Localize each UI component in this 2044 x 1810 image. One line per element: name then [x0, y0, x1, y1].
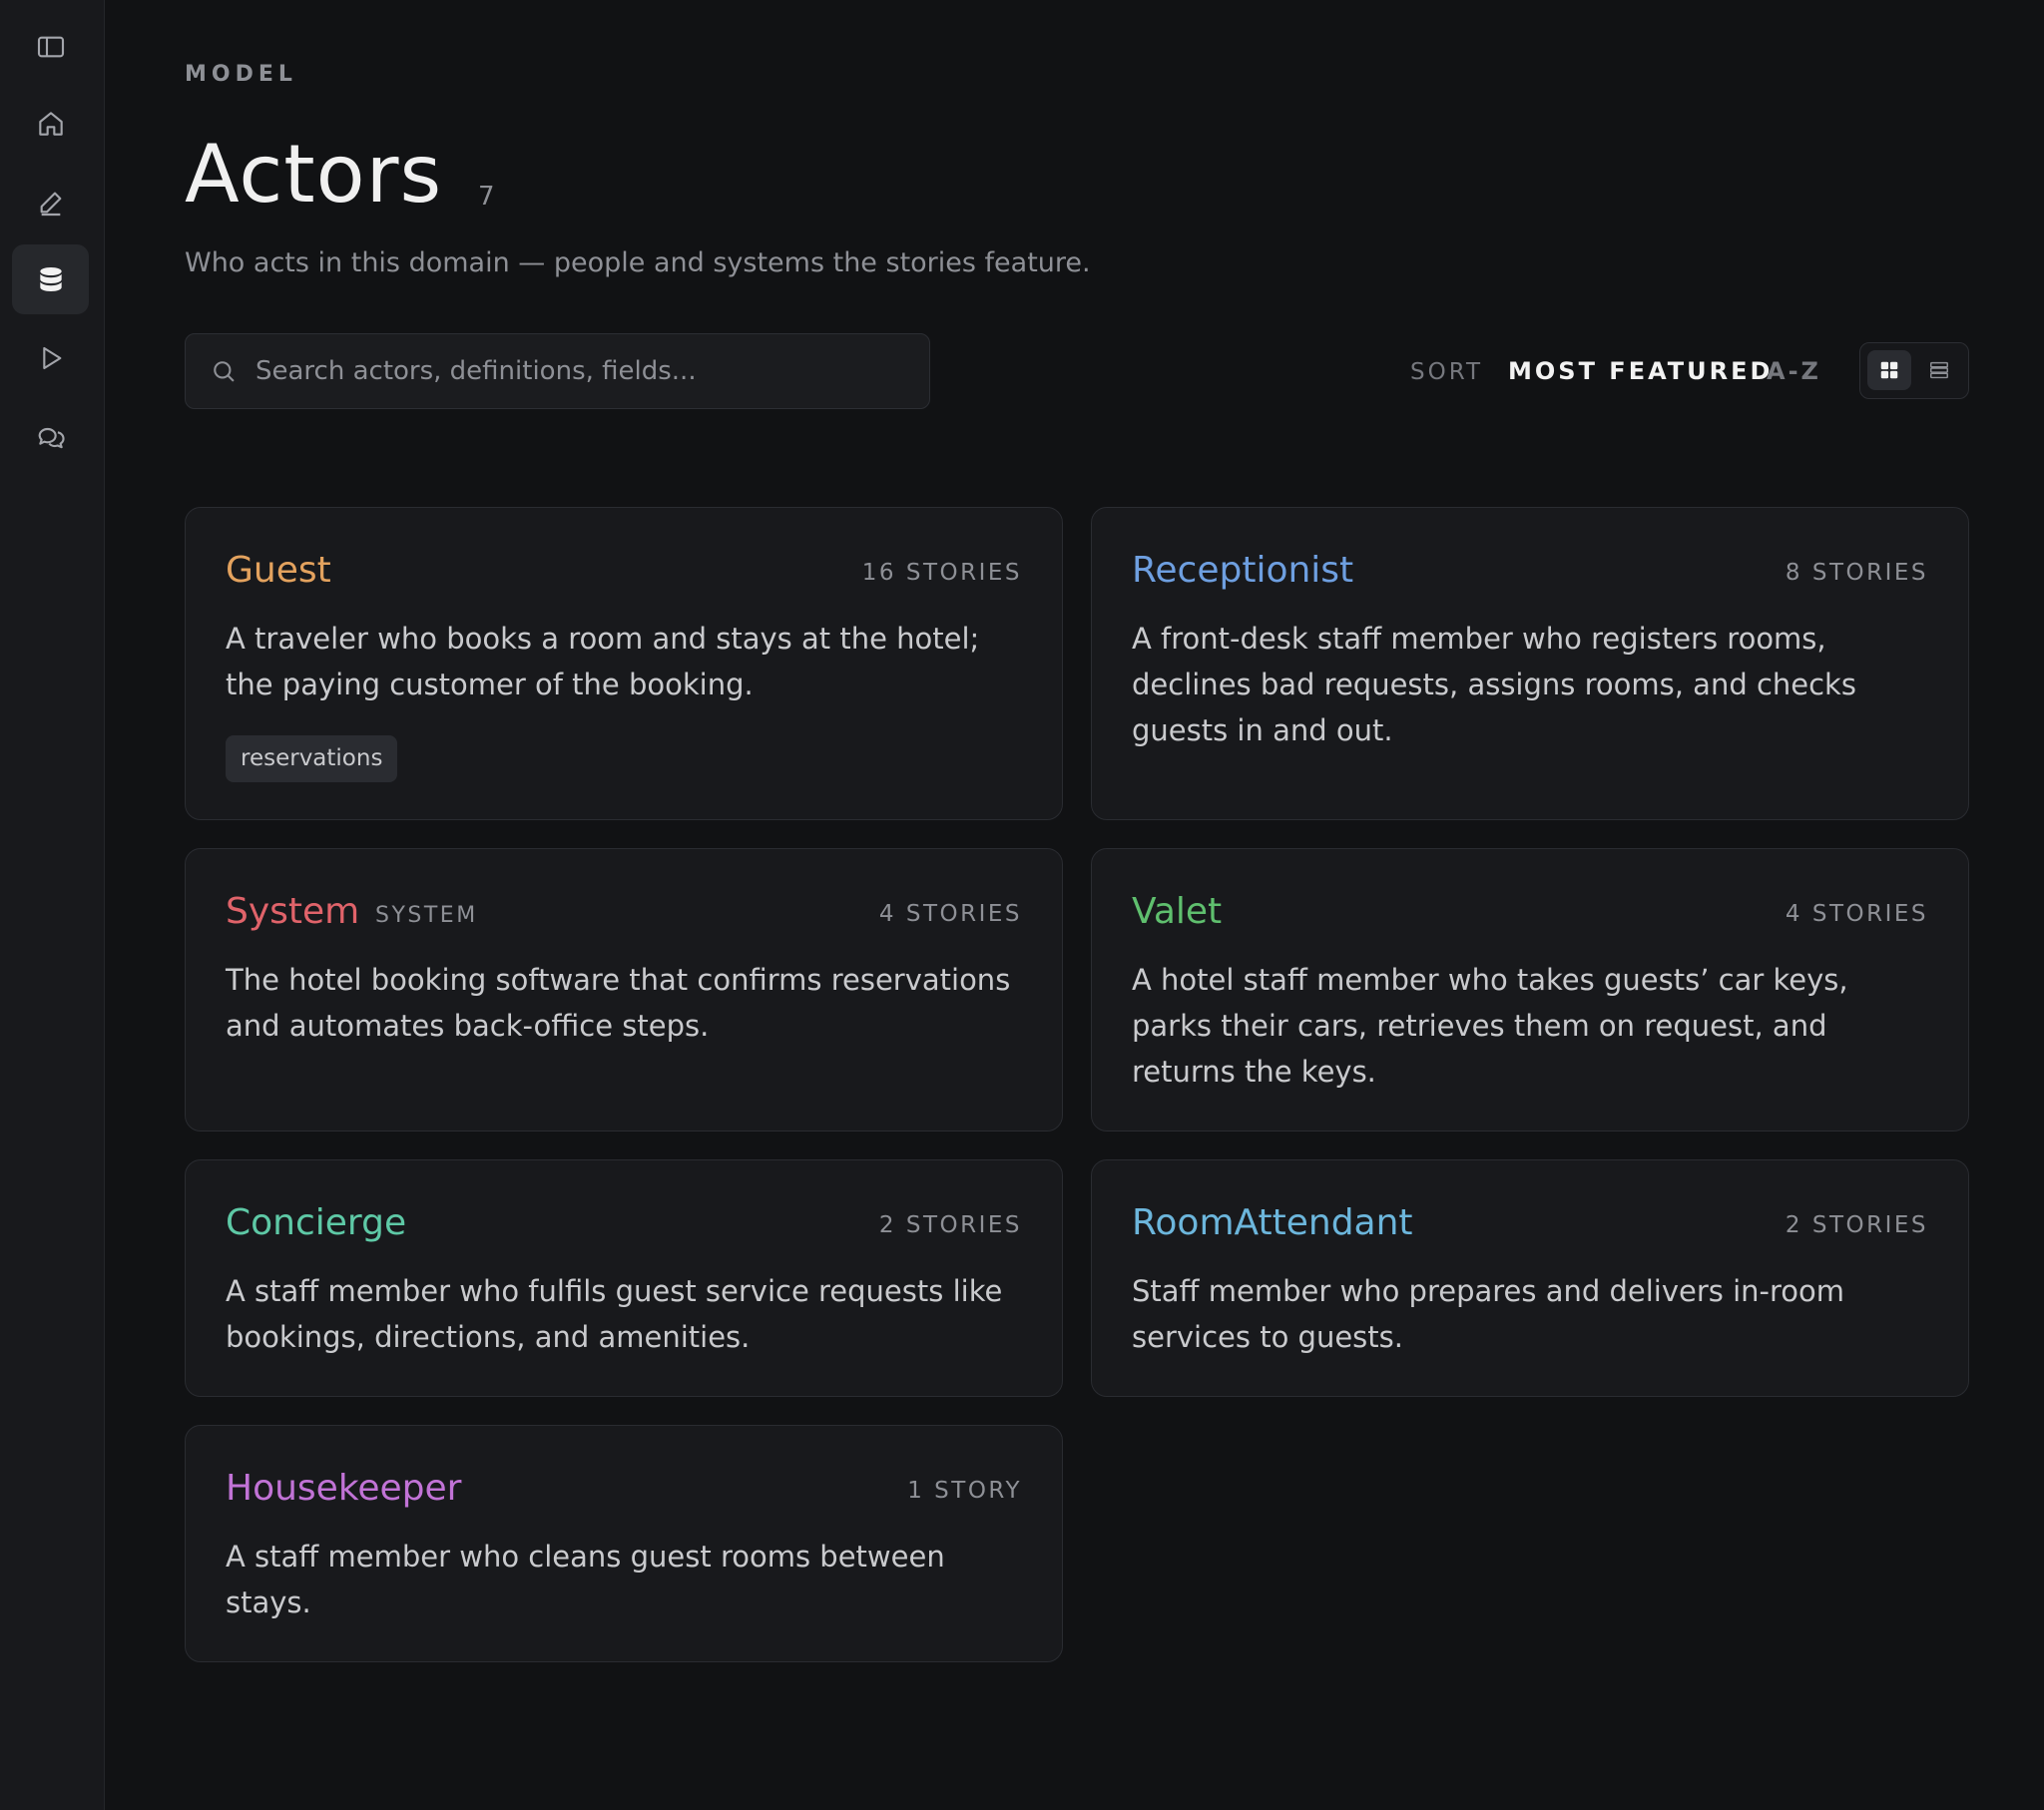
- actor-name: Valet: [1132, 891, 1223, 932]
- actor-description: Staff member who prepares and delivers i…: [1132, 1274, 1845, 1354]
- actor-card-housekeeper[interactable]: Housekeeper 1 STORY A staff member who c…: [185, 1425, 1063, 1662]
- grid-icon: [1880, 361, 1898, 379]
- actor-type-label: SYSTEM: [375, 903, 478, 928]
- database-icon: [39, 267, 62, 291]
- story-count: 4 STORIES: [1785, 901, 1928, 927]
- actor-description: A hotel staff member who takes guests’ c…: [1132, 963, 1848, 1089]
- section-eyebrow: MODEL: [185, 62, 297, 87]
- grid-view-button[interactable]: [1867, 350, 1911, 390]
- actor-card-guest[interactable]: Guest 16 STORIES A traveler who books a …: [185, 507, 1063, 820]
- story-count: 16 STORIES: [861, 560, 1022, 586]
- story-count: 2 STORIES: [878, 1212, 1022, 1238]
- story-count: 4 STORIES: [878, 901, 1022, 927]
- actor-card-system[interactable]: System SYSTEM 4 STORIES The hotel bookin…: [185, 848, 1063, 1131]
- sidebar: [0, 0, 105, 1810]
- actor-name: Housekeeper: [226, 1468, 462, 1509]
- actor-name: Receptionist: [1132, 550, 1354, 591]
- actor-card-receptionist[interactable]: Receptionist 8 STORIES A front-desk staf…: [1091, 507, 1969, 820]
- actor-card-valet[interactable]: Valet 4 STORIES A hotel staff member who…: [1091, 848, 1969, 1131]
- sort-label: SORT: [1410, 359, 1484, 385]
- sidebar-toggle-button[interactable]: [12, 12, 89, 82]
- actor-description: The hotel booking software that confirms…: [226, 963, 1011, 1043]
- home-icon: [38, 112, 63, 136]
- actor-description: A staff member who fulfils guest service…: [226, 1274, 1003, 1354]
- story-count: 1 STORY: [907, 1478, 1022, 1504]
- search-icon: [210, 357, 238, 385]
- actor-description: A traveler who books a room and stays at…: [226, 622, 980, 701]
- story-count: 2 STORIES: [1785, 1212, 1928, 1238]
- search-box: [185, 333, 930, 409]
- actor-description: A staff member who cleans guest rooms be…: [226, 1540, 945, 1619]
- play-icon: [42, 346, 61, 370]
- actor-description: A front-desk staff member who registers …: [1132, 622, 1856, 747]
- context-tag[interactable]: reservations: [226, 735, 398, 782]
- search-input[interactable]: [254, 355, 892, 387]
- story-count: 8 STORIES: [1785, 560, 1928, 586]
- actor-name: RoomAttendant: [1132, 1202, 1413, 1243]
- view-toggle: [1859, 342, 1969, 399]
- sidebar-item-model[interactable]: [12, 244, 89, 314]
- page-subtitle: Who acts in this domain — people and sys…: [185, 247, 1091, 278]
- sidebar-toggle-icon: [37, 36, 64, 58]
- actor-name: Guest: [226, 550, 331, 591]
- list-icon: [1930, 361, 1948, 379]
- pencil-icon: [40, 192, 61, 217]
- list-view-button[interactable]: [1917, 350, 1961, 390]
- sort-a-z[interactable]: A-Z: [1767, 357, 1821, 385]
- actor-name: Concierge: [226, 1202, 407, 1243]
- actor-card-concierge[interactable]: Concierge 2 STORIES A staff member who f…: [185, 1159, 1063, 1397]
- actor-count: 7: [478, 182, 495, 212]
- sidebar-item-run[interactable]: [12, 323, 89, 393]
- page-title: Actors: [185, 128, 443, 221]
- actor-name: System: [226, 891, 360, 932]
- chat-icon: [38, 428, 65, 449]
- sidebar-item-chat[interactable]: [12, 402, 89, 472]
- sort-most-featured[interactable]: MOST FEATURED: [1508, 357, 1773, 385]
- actor-card-roomattendant[interactable]: RoomAttendant 2 STORIES Staff member who…: [1091, 1159, 1969, 1397]
- sidebar-item-home[interactable]: [12, 89, 89, 159]
- sidebar-item-edit[interactable]: [12, 168, 89, 237]
